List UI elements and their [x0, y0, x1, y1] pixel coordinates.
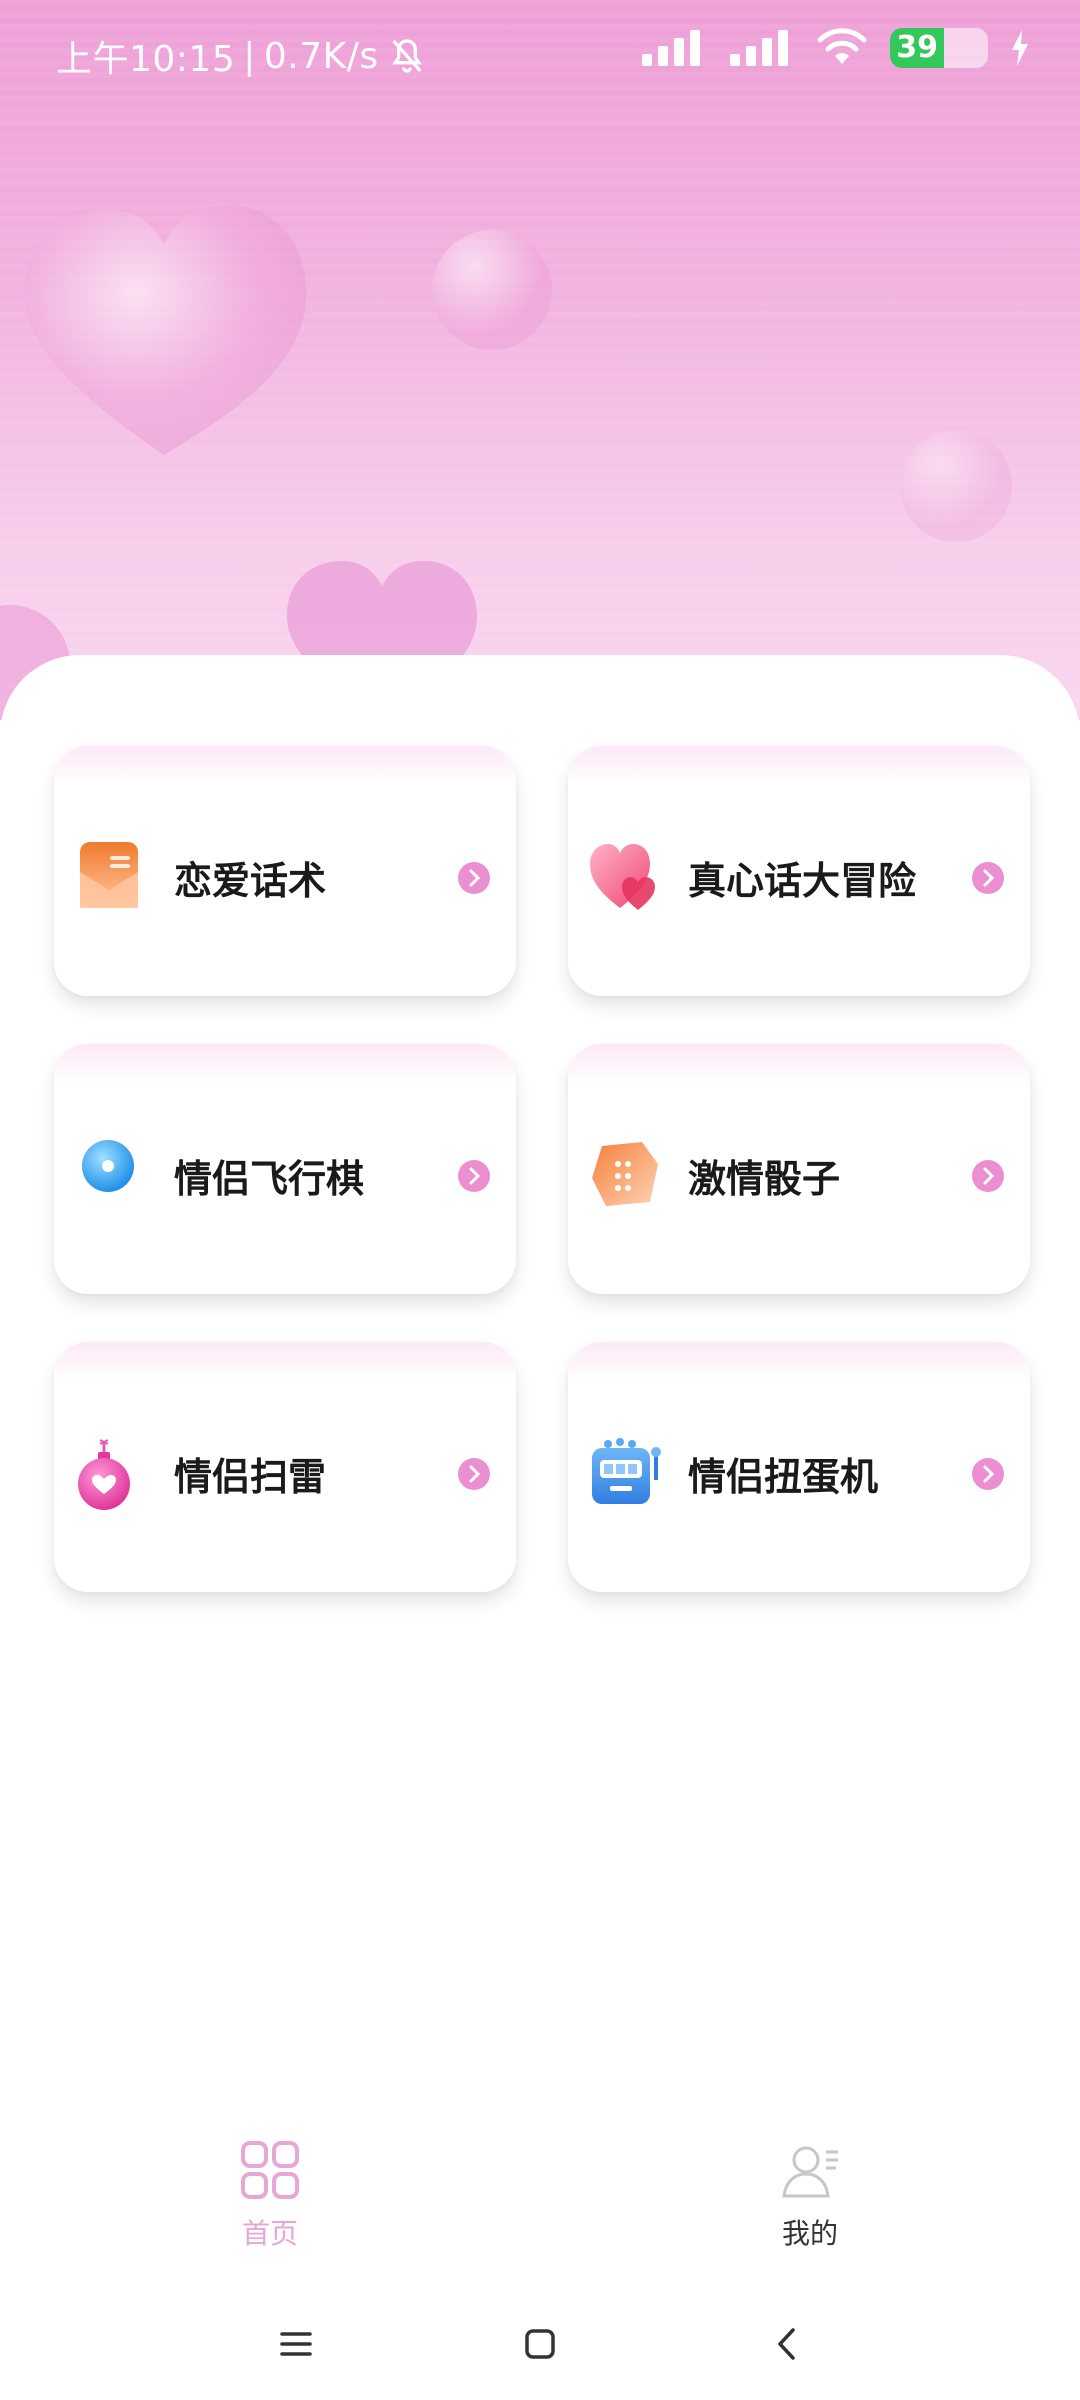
- bubble-decoration: [900, 430, 1012, 542]
- charging-icon: [1012, 30, 1028, 66]
- status-right: 39: [640, 28, 1030, 68]
- battery-remaining: [944, 28, 988, 68]
- menu-icon[interactable]: [264, 2312, 328, 2376]
- tab-home[interactable]: 首页: [120, 2140, 420, 2270]
- status-bar: 上午10:15 | 0.7K/s 39: [0, 0, 1080, 105]
- grid-icon: [241, 2141, 299, 2199]
- card-label: 恋爱话术: [174, 859, 327, 903]
- system-nav-bar: [0, 2290, 1080, 2400]
- card-label: 真心话大冒险: [688, 859, 917, 903]
- envelope-icon: [80, 842, 138, 908]
- wifi-icon: [817, 28, 867, 64]
- chevron-right-icon: [972, 862, 1004, 894]
- card-flight-chess[interactable]: 情侣飞行棋: [54, 1044, 516, 1294]
- chevron-right-icon: [458, 862, 490, 894]
- signal-icon: [730, 30, 789, 66]
- status-time: 上午10:15: [56, 39, 236, 80]
- bell-muted-icon: [391, 39, 422, 73]
- bubble-decoration: [432, 230, 552, 350]
- battery-icon: 39: [890, 28, 988, 68]
- chevron-right-icon: [972, 1160, 1004, 1192]
- chevron-right-icon: [972, 1458, 1004, 1490]
- chevron-right-icon: [458, 1458, 490, 1490]
- status-left: 上午10:15 | 0.7K/s: [56, 30, 427, 82]
- tab-mine-label: 我的: [781, 2217, 838, 2250]
- status-separator: |: [243, 35, 256, 77]
- home-square-icon[interactable]: [508, 2312, 572, 2376]
- dice-icon: [592, 1142, 658, 1206]
- chevron-right-icon: [458, 1160, 490, 1192]
- card-label: 激情骰子: [688, 1157, 841, 1201]
- hearts-icon: [590, 844, 655, 910]
- card-passion-dice[interactable]: 激情骰子: [568, 1044, 1030, 1294]
- back-icon[interactable]: [756, 2312, 820, 2376]
- signal-icon: [642, 30, 701, 66]
- card-gacha-machine[interactable]: 情侣扭蛋机: [568, 1342, 1030, 1592]
- slot-machine-icon: [592, 1438, 661, 1504]
- card-truth-or-dare[interactable]: 真心话大冒险: [568, 746, 1030, 996]
- card-minesweeper[interactable]: 情侣扫雷: [54, 1342, 516, 1592]
- tab-home-label: 首页: [241, 2217, 298, 2250]
- heart-bomb-icon: [78, 1439, 130, 1510]
- status-net-speed: 0.7K/s: [263, 35, 379, 77]
- card-love-talk[interactable]: 恋爱话术: [54, 746, 516, 996]
- battery-level: 39: [890, 28, 944, 68]
- card-label: 情侣扭蛋机: [688, 1455, 879, 1499]
- card-label: 情侣扫雷: [174, 1455, 327, 1499]
- tab-mine[interactable]: 我的: [660, 2140, 960, 2270]
- heart-decoration-large: [24, 205, 307, 455]
- game-disc-icon: [82, 1140, 134, 1192]
- user-icon: [782, 2146, 838, 2198]
- card-label: 情侣飞行棋: [174, 1157, 365, 1201]
- header-background: [0, 0, 1080, 720]
